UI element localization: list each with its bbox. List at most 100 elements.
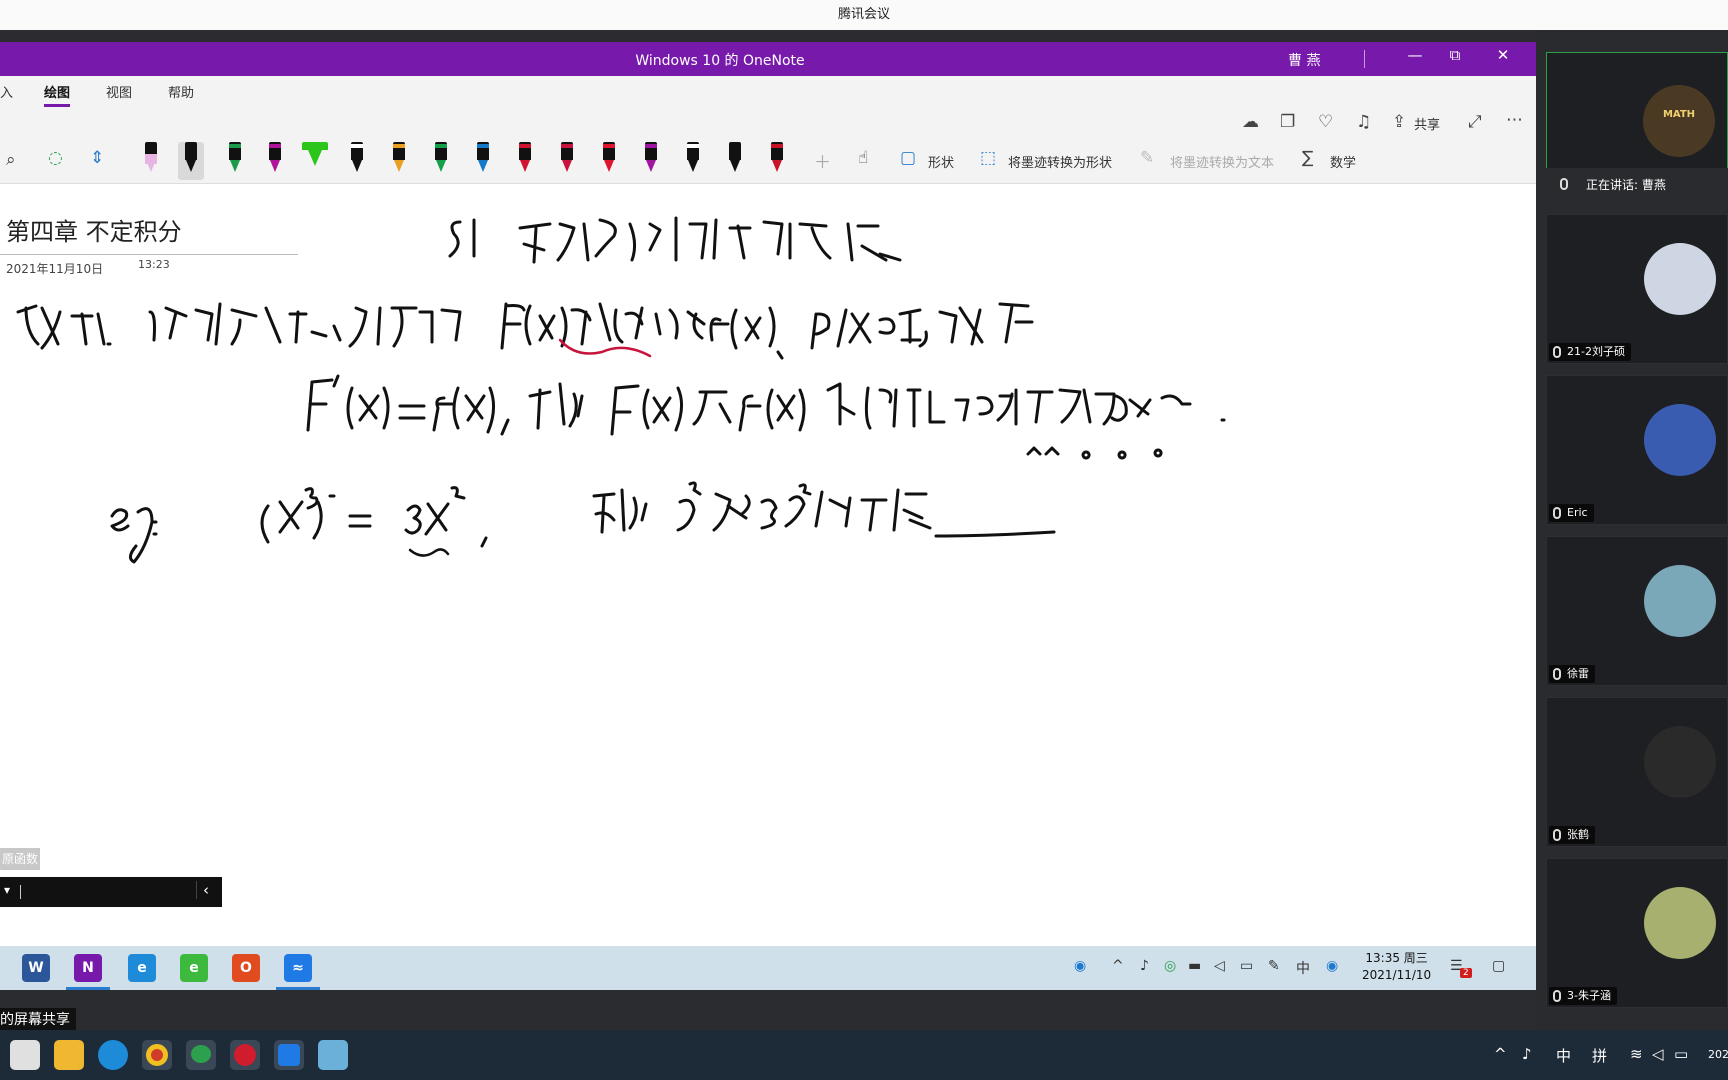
- add-space-icon[interactable]: ◌: [48, 148, 63, 168]
- shapes-button[interactable]: 形状: [928, 152, 954, 171]
- ime-back-icon[interactable]: ‹: [196, 881, 209, 899]
- action-center-icon[interactable]: ▢: [1492, 958, 1505, 974]
- ime-mode-icon[interactable]: ◉: [1326, 958, 1338, 974]
- note-page[interactable]: 第四章 不定积分 2021年11月10日 13:23: [0, 184, 1536, 946]
- battery-icon[interactable]: ▭: [1674, 1045, 1688, 1063]
- participant-name: 21-2刘子硕: [1549, 343, 1631, 361]
- screen-share-label: 的屏幕共享: [0, 1008, 76, 1032]
- speaking-text: 正在讲话: 曹燕: [1586, 178, 1666, 192]
- tray-expand-icon[interactable]: ^: [1112, 958, 1124, 974]
- share-icon[interactable]: ⇪: [1392, 112, 1406, 132]
- word-icon[interactable]: W: [22, 954, 50, 982]
- pen-tray-icon[interactable]: ✎: [1268, 958, 1280, 974]
- ie-icon[interactable]: e: [128, 954, 156, 982]
- pen-7[interactable]: [386, 142, 412, 180]
- more-icon[interactable]: ⋯: [1506, 110, 1523, 130]
- close-button[interactable]: ✕: [1488, 46, 1518, 64]
- mic-tray-icon[interactable]: ♪: [1140, 958, 1149, 974]
- ribbon: 入 绘图 视图 帮助 ☁ ❐ ♡ ♫ ⇪ 共享 ⤢ ⋯ ⌕ ◌ ⇕ ＋ ☝ ▢ …: [0, 76, 1536, 184]
- edge-legacy-icon[interactable]: e: [180, 954, 208, 982]
- netease-music-icon[interactable]: [230, 1040, 260, 1070]
- avatar: [1644, 726, 1716, 798]
- titlebar-divider: [1364, 50, 1365, 68]
- ime-dropdown-icon[interactable]: ▾: [4, 883, 10, 897]
- notebooks-icon[interactable]: ❐: [1280, 112, 1295, 132]
- pen-12[interactable]: [596, 142, 622, 180]
- tab-draw[interactable]: 绘图: [44, 82, 71, 107]
- network-tray-icon[interactable]: ▭: [1240, 958, 1253, 974]
- shapes-icon[interactable]: ▢: [900, 148, 916, 168]
- utility-app-icon[interactable]: [318, 1040, 348, 1070]
- add-pen-icon[interactable]: ＋: [814, 148, 831, 173]
- wifi-icon[interactable]: ≋: [1630, 1045, 1643, 1063]
- share-button[interactable]: 共享: [1414, 114, 1440, 133]
- tab-insert[interactable]: 入: [0, 82, 13, 101]
- minimize-button[interactable]: —: [1400, 46, 1430, 64]
- wechat-icon[interactable]: [186, 1040, 216, 1070]
- ink-to-shape-button[interactable]: 将墨迹转换为形状: [1008, 152, 1112, 171]
- pen-1[interactable]: [138, 142, 164, 180]
- pen-4[interactable]: [262, 142, 288, 180]
- insert-space-icon[interactable]: ⇕: [90, 148, 104, 168]
- participant-tile[interactable]: 张鹤: [1546, 697, 1728, 847]
- tray-expand-icon[interactable]: ^: [1494, 1045, 1507, 1063]
- bell-icon[interactable]: ♫: [1356, 112, 1371, 132]
- ime-candidate-popup[interactable]: 原函数: [0, 848, 40, 870]
- touch-draw-icon[interactable]: ☝: [858, 148, 868, 168]
- tencent-meeting-icon[interactable]: ≈: [276, 954, 320, 990]
- tab-view[interactable]: 视图: [106, 82, 132, 101]
- pen-3[interactable]: [222, 142, 248, 180]
- signed-in-user[interactable]: 曹 燕: [1288, 50, 1320, 70]
- battery-tray-icon[interactable]: ▬: [1188, 958, 1201, 974]
- pen-9[interactable]: [470, 142, 496, 180]
- pen-13[interactable]: [638, 142, 664, 180]
- ime-lang-indicator[interactable]: 中: [1556, 1045, 1571, 1066]
- office-icon[interactable]: O: [232, 954, 260, 982]
- onenote-icon[interactable]: N: [66, 954, 110, 990]
- ink-to-shape-icon[interactable]: ⬚: [980, 148, 996, 168]
- onenote-window-title: Windows 10 的 OneNote: [635, 53, 805, 69]
- mic-icon: [1553, 507, 1561, 519]
- edge-icon[interactable]: [98, 1040, 128, 1070]
- clock-partial: 202: [1708, 1048, 1728, 1061]
- pen-14[interactable]: [680, 142, 706, 180]
- lightbulb-icon[interactable]: ♡: [1318, 112, 1333, 132]
- participant-tile-speaker[interactable]: MATH: [1546, 52, 1728, 172]
- participant-tile[interactable]: 徐雷: [1546, 536, 1728, 686]
- file-explorer-icon[interactable]: [54, 1040, 84, 1070]
- mic-icon: [1553, 829, 1561, 841]
- ime-tray-icon[interactable]: ◉: [1074, 958, 1086, 974]
- wechat-tray-icon[interactable]: ◎: [1164, 958, 1176, 974]
- pen-2[interactable]: [178, 142, 204, 180]
- participant-tile[interactable]: 21-2刘子硕: [1546, 214, 1728, 364]
- pen-5[interactable]: [302, 142, 328, 180]
- pen-11[interactable]: [554, 142, 580, 180]
- ime-input-bar[interactable]: ▾ ‹: [0, 877, 222, 907]
- ime-lang-tray[interactable]: 中: [1296, 958, 1310, 978]
- handwritten-ink[interactable]: [0, 184, 1536, 946]
- tab-help[interactable]: 帮助: [168, 82, 194, 101]
- pen-8[interactable]: [428, 142, 454, 180]
- math-icon[interactable]: ∑: [1302, 148, 1313, 168]
- volume-icon[interactable]: ◁: [1652, 1045, 1664, 1063]
- pen-15[interactable]: [722, 142, 748, 180]
- math-button[interactable]: 数学: [1330, 152, 1356, 171]
- ime-mode-indicator[interactable]: 拼: [1592, 1045, 1607, 1066]
- sync-icon[interactable]: ☁: [1242, 112, 1259, 132]
- pen-10[interactable]: [512, 142, 538, 180]
- participant-tile[interactable]: Eric: [1546, 375, 1728, 525]
- ink-to-text-button: 将墨迹转换为文本: [1170, 156, 1275, 171]
- shared-clock[interactable]: 13:35 周三 2021/11/10: [1362, 950, 1431, 984]
- lasso-select-icon[interactable]: ⌕: [6, 150, 16, 170]
- chrome-icon[interactable]: [142, 1040, 172, 1070]
- volume-tray-icon[interactable]: ◁: [1214, 958, 1225, 974]
- pen-6[interactable]: [344, 142, 370, 180]
- fullscreen-icon[interactable]: ⤢: [1468, 112, 1482, 132]
- pen-16[interactable]: [764, 142, 790, 180]
- start-button[interactable]: [10, 1040, 40, 1070]
- avatar: [1644, 243, 1716, 315]
- tencent-meeting-icon[interactable]: [274, 1040, 304, 1070]
- restore-button[interactable]: ⧉: [1440, 46, 1470, 64]
- participant-tile[interactable]: 3-朱子涵: [1546, 858, 1728, 1008]
- mic-icon[interactable]: ♪: [1522, 1045, 1532, 1063]
